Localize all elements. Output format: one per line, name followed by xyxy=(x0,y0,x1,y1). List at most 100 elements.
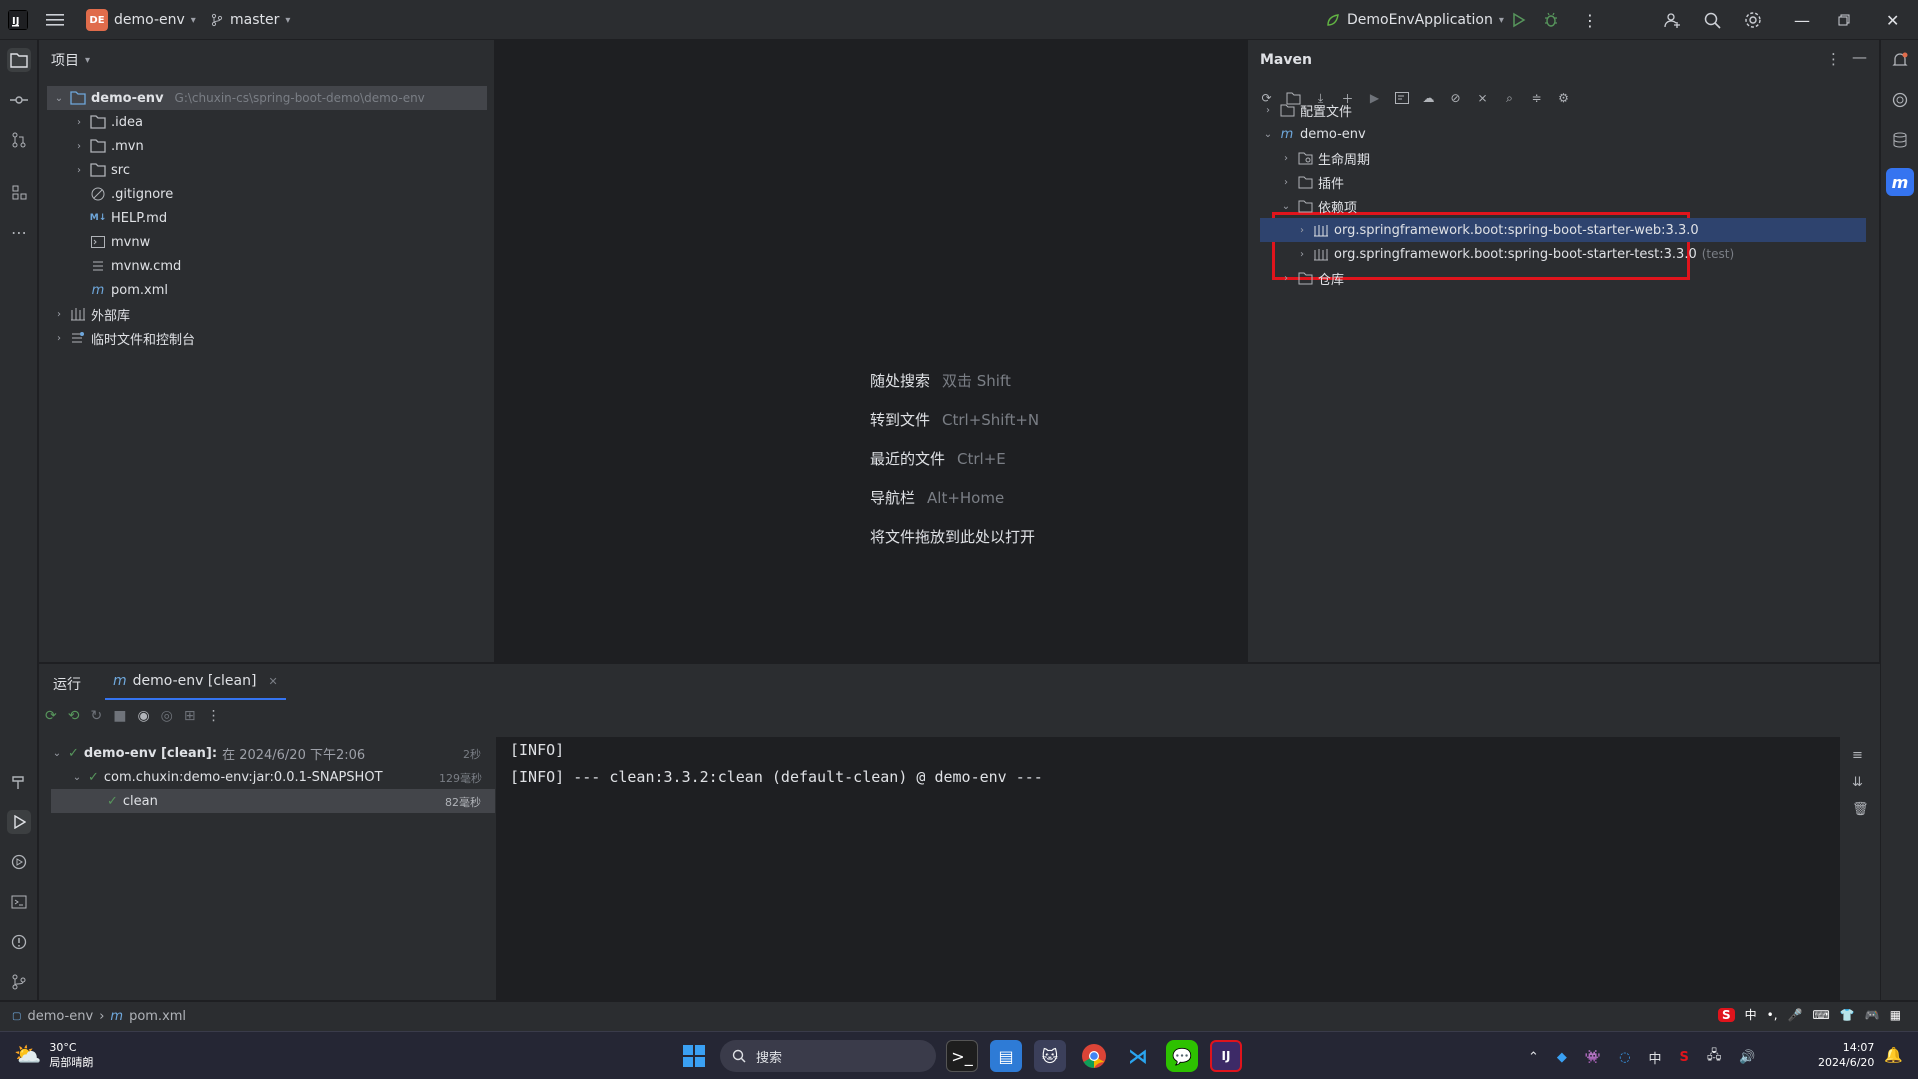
tray-sogou-icon[interactable]: S xyxy=(1679,1050,1688,1065)
game-icon[interactable]: 🎮 xyxy=(1865,1008,1880,1022)
volume-icon[interactable]: 🔊 xyxy=(1739,1050,1755,1065)
more-tools-icon[interactable]: ⋯ xyxy=(7,220,31,244)
console-output[interactable]: [INFO] [INFO] --- clean:3.3.2:clean (def… xyxy=(496,737,1840,1000)
database-tool-icon[interactable] xyxy=(1888,128,1912,152)
run-button[interactable] xyxy=(1510,0,1526,40)
notification-center-icon[interactable]: 🔔 xyxy=(1884,1046,1903,1064)
taskbar-search-box[interactable]: 搜索 xyxy=(720,1040,936,1072)
show-dependencies-icon[interactable]: ⌕ xyxy=(1501,90,1518,107)
tray-game-icon[interactable]: 👾 xyxy=(1585,1050,1601,1065)
tray-app-icon[interactable]: ◆ xyxy=(1557,1050,1567,1065)
main-menu-icon[interactable] xyxy=(46,0,64,40)
wechat-app-icon[interactable]: 💬 xyxy=(1166,1040,1198,1072)
close-window-icon[interactable]: ✕ xyxy=(1886,0,1899,40)
clock[interactable]: 14:07 2024/6/20 xyxy=(1818,1040,1874,1070)
tree-item-mvn[interactable]: › .mvn xyxy=(73,134,144,158)
breadcrumb-file[interactable]: pom.xml xyxy=(129,1009,186,1024)
run-tree-clean[interactable]: ✓ clean xyxy=(51,789,495,813)
run-tool-icon[interactable] xyxy=(7,810,31,834)
rerun-icon[interactable]: ⟳ xyxy=(45,708,57,724)
maven-repositories[interactable]: › 仓库 xyxy=(1280,266,1344,290)
more-actions-icon[interactable]: ⋮ xyxy=(1582,0,1598,40)
skip-tests-icon[interactable]: ⊘ xyxy=(1447,90,1464,107)
terminal-app-icon[interactable]: >_ xyxy=(946,1040,978,1072)
close-tab-icon[interactable]: ✕ xyxy=(268,675,277,688)
breadcrumb-module[interactable]: demo-env xyxy=(27,1009,93,1024)
git-tool-icon[interactable] xyxy=(7,970,31,994)
screenshot-icon[interactable]: ◎ xyxy=(161,708,173,724)
rerun-failed-icon[interactable]: ⟲ xyxy=(68,708,80,724)
run-config-selector[interactable]: DemoEnvApplication ▾ xyxy=(1325,0,1504,40)
code-with-me-icon[interactable] xyxy=(1664,0,1682,40)
search-icon[interactable] xyxy=(1704,0,1721,40)
maven-dep-starter-test[interactable]: › org.springframework.boot:spring-boot-s… xyxy=(1296,242,1734,266)
offline-mode-icon[interactable]: ☁ xyxy=(1420,90,1437,107)
chrome-app-icon[interactable] xyxy=(1078,1040,1110,1072)
scroll-to-end-icon[interactable]: ⇊ xyxy=(1852,775,1869,790)
tree-item-idea[interactable]: › .idea xyxy=(73,110,143,134)
weather-widget[interactable]: ⛅ 30°C 局部晴朗 xyxy=(14,1040,93,1070)
run-tab-demo-env-clean[interactable]: m demo-env [clean] ✕ xyxy=(105,664,286,700)
soft-wrap-icon[interactable]: ≡ xyxy=(1852,748,1869,763)
branch-switcher[interactable]: master ▾ xyxy=(210,0,290,40)
structure-tool-icon[interactable] xyxy=(7,180,31,204)
tray-sync-icon[interactable]: ◌ xyxy=(1619,1050,1630,1065)
maven-profiles[interactable]: › 配置文件 xyxy=(1262,98,1352,122)
ai-assistant-icon[interactable] xyxy=(1888,88,1912,112)
editor-empty-area[interactable]: 随处搜索 双击 Shift 转到文件 Ctrl+Shift+N 最近的文件 Ctrl+… xyxy=(496,40,1246,662)
network-icon[interactable]: 🖧 xyxy=(1707,1046,1722,1068)
export-icon[interactable]: ⊞ xyxy=(184,708,196,724)
maven-dependencies[interactable]: ⌄ 依赖项 xyxy=(1280,194,1357,218)
notifications-bell-icon[interactable] xyxy=(1888,48,1912,72)
punctuation-icon[interactable]: •, xyxy=(1767,1008,1778,1022)
notepad-app-icon[interactable]: ▤ xyxy=(990,1040,1022,1072)
build-hammer-icon[interactable] xyxy=(7,770,31,794)
maven-plugins[interactable]: › 插件 xyxy=(1280,170,1344,194)
maven-lifecycle[interactable]: › 生命周期 xyxy=(1280,146,1370,170)
stop-icon[interactable]: ■ xyxy=(113,708,126,724)
skin-icon[interactable]: 👕 xyxy=(1840,1008,1855,1022)
chevron-up-icon[interactable]: ⌃ xyxy=(1528,1050,1539,1065)
maven-project-demo-env[interactable]: ⌄ m demo-env xyxy=(1262,122,1366,146)
maven-dep-starter-web[interactable]: › org.springframework.boot:spring-boot-s… xyxy=(1260,218,1866,242)
tree-item-mvnw-cmd[interactable]: mvnw.cmd xyxy=(90,254,181,278)
tree-item-scratches[interactable]: › 临时文件和控制台 xyxy=(53,326,195,350)
clear-console-trash-icon[interactable]: 🗑 xyxy=(1852,802,1869,817)
pull-requests-icon[interactable] xyxy=(7,128,31,152)
commit-tool-icon[interactable] xyxy=(7,88,31,112)
toolbox-grid-icon[interactable]: ▦ xyxy=(1890,1008,1901,1022)
collapse-icon[interactable]: ⨯ xyxy=(1474,90,1491,107)
tree-item-gitignore[interactable]: .gitignore xyxy=(90,182,173,206)
project-panel-header[interactable]: 项目 ▾ xyxy=(39,40,494,80)
tree-item-help-md[interactable]: M↓ HELP.md xyxy=(90,206,167,230)
maven-tool-icon[interactable]: m xyxy=(1886,168,1914,196)
intellij-app-icon[interactable]: IJ xyxy=(1210,1040,1242,1072)
debug-button[interactable] xyxy=(1543,0,1559,40)
sogou-ime-icon[interactable]: S xyxy=(1718,1007,1735,1022)
project-switcher[interactable]: DE demo-env ▾ xyxy=(86,0,196,40)
more-options-icon[interactable]: ⋮ xyxy=(207,708,221,724)
project-tool-icon[interactable] xyxy=(7,48,31,72)
terminal-tool-icon[interactable] xyxy=(7,890,31,914)
vscode-app-icon[interactable]: ⋊ xyxy=(1122,1040,1154,1072)
tree-item-external-libraries[interactable]: › 外部库 xyxy=(53,302,130,326)
tray-ime-label[interactable]: 中 xyxy=(1648,1048,1661,1067)
ime-mode-label[interactable]: 中 xyxy=(1745,1006,1757,1023)
minimize-window-icon[interactable]: — xyxy=(1794,0,1810,40)
tree-item-pom-xml[interactable]: m pom.xml xyxy=(90,278,168,302)
run-tree-artifact[interactable]: ⌄ ✓ com.chuxin:demo-env:jar:0.0.1-SNAPSH… xyxy=(71,765,383,789)
services-tool-icon[interactable] xyxy=(7,850,31,874)
restore-window-icon[interactable] xyxy=(1838,0,1850,40)
app-logo-icon[interactable]: IJ xyxy=(8,0,28,40)
refresh-icon[interactable]: ↻ xyxy=(90,708,102,724)
toggle-view-eye-icon[interactable]: ◉ xyxy=(137,708,149,724)
more-options-icon[interactable]: ⋮ xyxy=(1826,50,1841,68)
problems-tool-icon[interactable] xyxy=(7,930,31,954)
execute-goal-icon[interactable] xyxy=(1393,90,1410,107)
run-icon[interactable]: ▶ xyxy=(1366,90,1383,107)
collapse-all-icon[interactable]: ≑ xyxy=(1528,90,1545,107)
settings-gear-icon[interactable] xyxy=(1744,0,1762,40)
run-tree-root[interactable]: ⌄ ✓ demo-env [clean]: 在 2024/6/20 下午2:06 xyxy=(51,741,365,765)
windows-start-icon[interactable] xyxy=(678,1040,710,1072)
microphone-icon[interactable]: 🎤 xyxy=(1788,1008,1803,1022)
